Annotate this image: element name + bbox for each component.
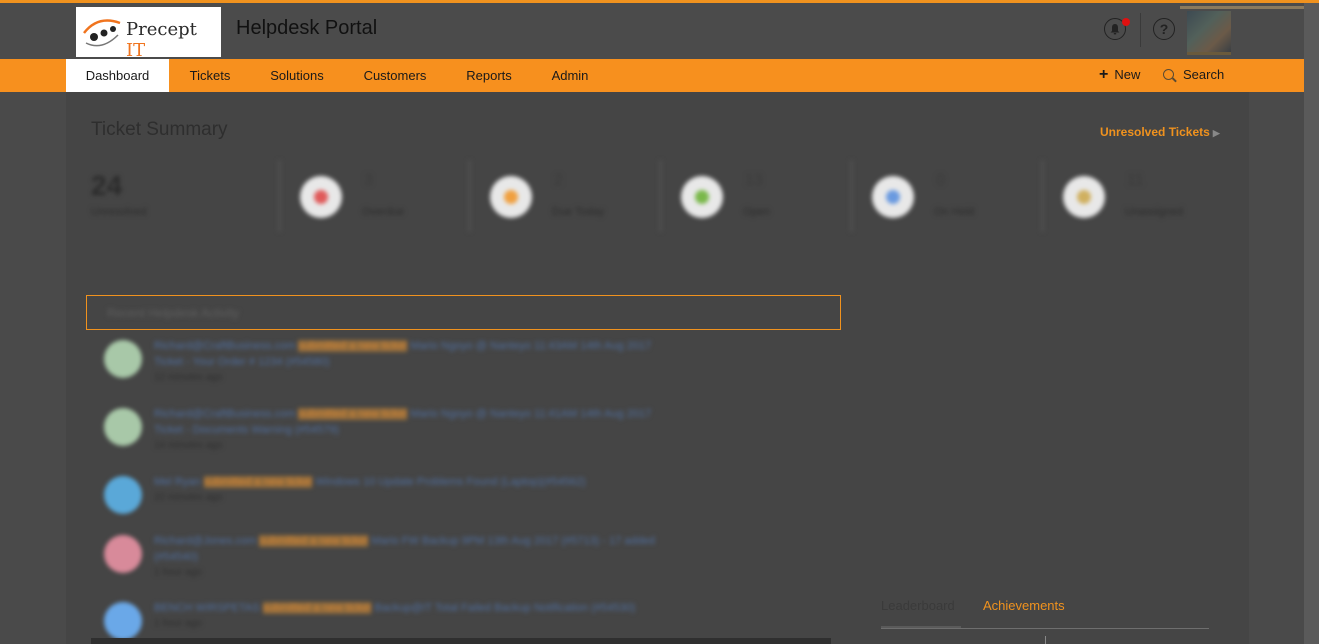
- stat-divider: [850, 160, 853, 232]
- open-icon: [681, 176, 723, 218]
- nav-reports[interactable]: Reports: [447, 59, 531, 92]
- activity-line: BENCH WIRSPETAS submitted a new ticket B…: [154, 602, 636, 614]
- activity-line: Richard@CraftBusiness.com submitted a ne…: [154, 408, 652, 420]
- unresolved-tickets-link[interactable]: Unresolved Tickets ▶: [1100, 125, 1220, 139]
- activity-detail: Ticket - Documents Warning (#54579): [154, 424, 340, 436]
- tab-achievements[interactable]: Achievements: [983, 598, 1065, 613]
- brand-logo[interactable]: Precept IT: [76, 7, 221, 61]
- nav-customers[interactable]: Customers: [343, 59, 447, 92]
- unresolved-tickets-label: Unresolved Tickets: [1100, 125, 1210, 139]
- avatar: [104, 408, 142, 446]
- unresolved-count[interactable]: 24: [91, 170, 122, 202]
- unassigned-label: Unassigned: [1125, 206, 1184, 218]
- avatar: [104, 602, 142, 640]
- recent-activity-header: Recent Helpdesk Activity: [86, 295, 841, 330]
- activity-item[interactable]: Richard@CraftBusiness.com submitted a ne…: [104, 340, 804, 392]
- plus-icon: +: [1099, 66, 1109, 83]
- overdue-count[interactable]: 3: [364, 172, 373, 190]
- header-divider: [1140, 13, 1141, 47]
- unresolved-count-label: Unresolved: [91, 206, 147, 218]
- activity-time: 22 minutes ago: [154, 492, 223, 503]
- ticket-summary-title: Ticket Summary: [91, 119, 228, 140]
- nav-admin[interactable]: Admin: [531, 59, 609, 92]
- right-edge-strip: [1304, 3, 1319, 644]
- tab-rule: [881, 628, 1209, 629]
- activity-time: 12 minutes ago: [154, 372, 223, 383]
- activity-item[interactable]: Richard@CraftBusiness.com submitted a ne…: [104, 408, 804, 460]
- activity-detail: Ticket - Your Order # 1234 (#54580): [154, 356, 330, 368]
- stat-divider: [468, 160, 471, 232]
- stat-divider: [1041, 160, 1044, 232]
- notification-badge: [1122, 18, 1130, 26]
- chart-axis-tick: [1045, 636, 1046, 644]
- due-today-label: Due Today: [552, 206, 605, 218]
- due-today-count[interactable]: 2: [554, 172, 563, 190]
- avatar: [104, 340, 142, 378]
- caret-right-icon: ▶: [1212, 128, 1220, 138]
- app-header: Precept IT Helpdesk Portal ?: [0, 3, 1319, 61]
- logo-swoosh-icon: [83, 19, 121, 47]
- on-hold-icon: [872, 176, 914, 218]
- search-label: Search: [1183, 67, 1225, 82]
- portal-title: Helpdesk Portal: [236, 17, 378, 39]
- open-count[interactable]: 13: [745, 172, 763, 190]
- nav-solutions[interactable]: Solutions: [251, 59, 343, 92]
- new-label: New: [1114, 67, 1141, 82]
- avatar-accent-bar: [1180, 6, 1304, 9]
- activity-time: 1 hour ago: [154, 567, 202, 578]
- search-icon: [1163, 69, 1174, 80]
- main-nav: Dashboard Tickets Solutions Customers Re…: [0, 59, 1314, 92]
- on-hold-label: On Hold: [934, 206, 975, 218]
- tab-leaderboard[interactable]: Leaderboard: [881, 598, 955, 613]
- stat-divider: [278, 160, 281, 232]
- activity-time: 1 hour ago: [154, 618, 202, 629]
- open-label: Open: [743, 206, 770, 218]
- search-button[interactable]: Search: [1163, 59, 1224, 92]
- activity-item[interactable]: Richard@Jones.com submitted a new ticket…: [104, 535, 804, 587]
- avatar: [104, 476, 142, 514]
- avatar: [104, 535, 142, 573]
- nav-dashboard[interactable]: Dashboard: [66, 59, 169, 92]
- on-hold-count[interactable]: 0: [936, 172, 945, 190]
- nav-tickets[interactable]: Tickets: [169, 59, 251, 92]
- user-avatar[interactable]: [1187, 11, 1231, 55]
- overdue-label: Overdue: [362, 206, 405, 218]
- help-icon[interactable]: ?: [1153, 18, 1175, 40]
- brand-name: Precept IT: [126, 19, 197, 61]
- activity-item[interactable]: Mel Ryan submitted a new ticket Windows …: [104, 476, 804, 528]
- activity-line: Richard@CraftBusiness.com submitted a ne…: [154, 340, 652, 352]
- bell-glyph-icon: [1110, 24, 1120, 35]
- activity-line: Mel Ryan submitted a new ticket Windows …: [154, 476, 586, 488]
- stat-divider: [659, 160, 662, 232]
- new-button[interactable]: + New: [1099, 59, 1140, 92]
- activity-detail: (#54540): [154, 551, 199, 563]
- overdue-icon: [300, 176, 342, 218]
- activity-time: 14 minutes ago: [154, 440, 223, 451]
- unassigned-count[interactable]: 11: [1127, 172, 1144, 190]
- activity-scroll-edge: [91, 638, 831, 644]
- activity-line: Richard@Jones.com submitted a new ticket…: [154, 535, 655, 547]
- unassigned-icon: [1063, 176, 1105, 218]
- recent-activity-title: Recent Helpdesk Activity: [107, 306, 240, 320]
- due-today-icon: [490, 176, 532, 218]
